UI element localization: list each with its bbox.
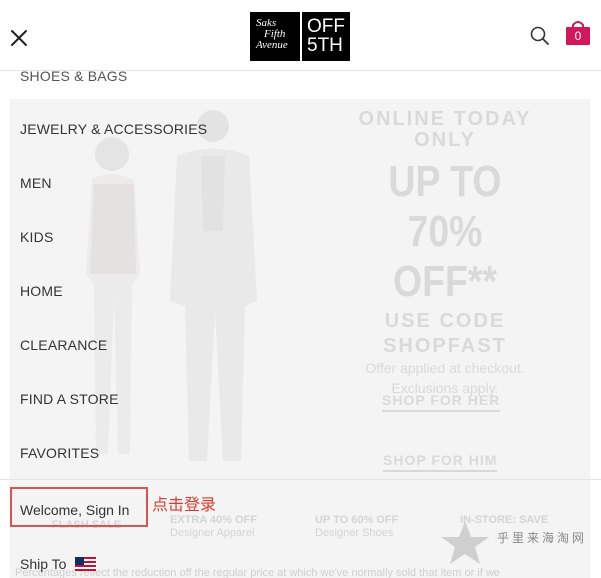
menu-divider (0, 479, 601, 480)
sign-in-link[interactable]: Welcome, Sign In (20, 502, 129, 518)
logo-off-line: OFF (307, 16, 345, 37)
logo-saks-line-3: Avenue (256, 39, 288, 51)
menu-item-home[interactable]: HOME (20, 283, 63, 299)
shopping-bag-button[interactable]: 0 (566, 20, 590, 45)
watermark-text: 乎里来海淘网 (497, 531, 588, 545)
close-menu-button[interactable] (8, 27, 30, 49)
menu-item-favorites[interactable]: FAVORITES (20, 445, 99, 461)
site-header: Saks Fifth Avenue OFF 5TH 0 (0, 0, 601, 71)
saks-off-5th-logo[interactable]: Saks Fifth Avenue OFF 5TH (250, 12, 350, 61)
menu-item-jewelry-accessories[interactable]: JEWELRY & ACCESSORIES (20, 121, 207, 137)
logo-5th-line: 5TH (307, 35, 343, 56)
ship-to-label: Ship To (20, 556, 67, 572)
menu-item-find-a-store[interactable]: FIND A STORE (20, 391, 119, 407)
click-to-login-annotation: 点击登录 (152, 495, 217, 514)
us-flag-icon (75, 557, 97, 571)
off-5th-logo: OFF 5TH (302, 12, 350, 61)
menu-item-kids[interactable]: KIDS (20, 229, 53, 245)
search-icon (530, 26, 549, 45)
menu-item-men[interactable]: MEN (20, 175, 52, 191)
star-icon (441, 521, 489, 564)
search-button[interactable] (530, 26, 550, 46)
close-icon (11, 30, 27, 46)
nav-menu: SHOES & BAGS JEWELRY & ACCESSORIES MEN K… (0, 68, 601, 578)
site-watermark: 乎里来海淘网 (437, 517, 597, 567)
saks-fifth-avenue-logo: Saks Fifth Avenue (250, 12, 300, 61)
ship-to-selector[interactable]: Ship To (20, 556, 97, 572)
menu-item-clearance[interactable]: CLEARANCE (20, 337, 107, 353)
bag-count-badge: 0 (574, 29, 582, 43)
